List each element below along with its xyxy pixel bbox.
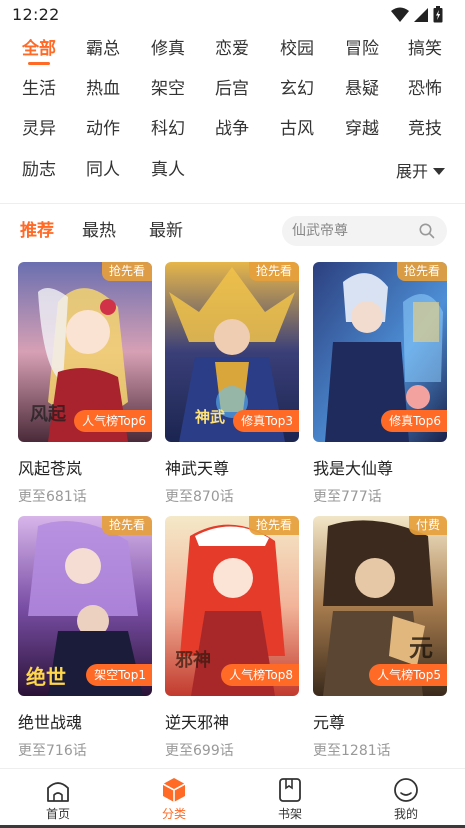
rank-badge: 修真Top6 xyxy=(381,410,447,432)
status-icons xyxy=(391,6,443,27)
comic-card[interactable]: 抢先看 修真Top6 我是大仙尊 更至777话 xyxy=(313,262,447,506)
comic-cover[interactable]: 绝世 抢先看 架空Top1 xyxy=(18,516,152,696)
comic-title[interactable]: 元尊 xyxy=(313,709,447,733)
status-bar: 12:22 xyxy=(0,0,465,30)
genre-item[interactable]: 恐怖 xyxy=(395,74,455,104)
battery-icon xyxy=(433,6,443,27)
signal-icon xyxy=(413,7,429,27)
comic-card[interactable]: 绝世 抢先看 架空Top1 绝世战魂 更至716话 xyxy=(18,516,152,760)
home-icon xyxy=(23,777,93,803)
category-cube-icon xyxy=(139,777,209,803)
genre-item[interactable]: 修真 xyxy=(138,34,198,64)
bottom-nav: 首页 分类 书架 我的 xyxy=(0,768,465,828)
search-input[interactable] xyxy=(292,216,412,246)
rank-badge: 架空Top1 xyxy=(86,664,152,686)
nav-label: 首页 xyxy=(45,807,70,821)
genre-item[interactable]: 古风 xyxy=(267,114,327,144)
comic-card[interactable]: 风起 抢先看 人气榜Top6 风起苍岚 更至681话 xyxy=(18,262,152,506)
nav-label: 书架 xyxy=(277,807,302,821)
rank-badge: 人气榜Top5 xyxy=(369,664,447,686)
svg-text:邪神: 邪神 xyxy=(174,649,211,671)
nav-item-home[interactable]: 首页 xyxy=(23,777,93,822)
section-divider xyxy=(0,203,465,204)
nav-item-profile[interactable]: 我的 xyxy=(371,777,441,822)
comic-update-status: 更至699话 xyxy=(165,743,234,759)
svg-text:绝世: 绝世 xyxy=(26,665,66,689)
status-time: 12:22 xyxy=(12,5,60,24)
badge-early-access: 抢先看 xyxy=(101,516,152,535)
rank-badge: 修真Top3 xyxy=(233,410,299,432)
comic-title[interactable]: 绝世战魂 xyxy=(18,709,152,733)
search-icon[interactable] xyxy=(419,223,435,243)
genre-item[interactable]: 后宫 xyxy=(202,74,262,104)
sort-tab-newest[interactable]: 最新 xyxy=(149,216,183,246)
comic-update-status: 更至870话 xyxy=(165,489,234,505)
sort-tab-recommended[interactable]: 推荐 xyxy=(20,216,54,246)
comic-update-status: 更至681话 xyxy=(18,489,87,505)
nav-label: 我的 xyxy=(393,807,418,821)
genre-item[interactable]: 战争 xyxy=(202,114,262,144)
badge-paid: 付费 xyxy=(408,516,447,535)
search-box[interactable] xyxy=(282,216,447,246)
comic-card[interactable]: 元 付费 人气榜Top5 元尊 更至1281话 xyxy=(313,516,447,760)
genre-item[interactable]: 冒险 xyxy=(332,34,392,64)
genre-item[interactable]: 霸总 xyxy=(73,34,133,64)
genre-item[interactable]: 科幻 xyxy=(138,114,198,144)
genre-item[interactable]: 悬疑 xyxy=(332,74,392,104)
comic-card[interactable]: 邪神 抢先看 人气榜Top8 逆天邪神 更至699话 xyxy=(165,516,299,760)
badge-early-access: 抢先看 xyxy=(248,516,299,535)
genre-item[interactable]: 竞技 xyxy=(395,114,455,144)
comic-title[interactable]: 我是大仙尊 xyxy=(313,455,447,479)
badge-early-access: 抢先看 xyxy=(248,262,299,281)
comic-cover[interactable]: 神武 抢先看 修真Top3 xyxy=(165,262,299,442)
caret-down-icon xyxy=(433,161,446,180)
genre-item[interactable]: 灵异 xyxy=(9,114,69,144)
expand-genres-button[interactable]: 展开 xyxy=(396,155,446,185)
genre-item[interactable]: 架空 xyxy=(138,74,198,104)
nav-item-category[interactable]: 分类 xyxy=(139,777,209,822)
comic-cover[interactable]: 元 付费 人气榜Top5 xyxy=(313,516,447,696)
genre-item[interactable]: 恋爱 xyxy=(202,34,262,64)
badge-early-access: 抢先看 xyxy=(101,262,152,281)
profile-icon xyxy=(371,777,441,803)
genre-item[interactable]: 生活 xyxy=(9,74,69,104)
rank-badge: 人气榜Top8 xyxy=(221,664,299,686)
genre-item[interactable]: 真人 xyxy=(138,155,198,185)
nav-item-bookshelf[interactable]: 书架 xyxy=(255,777,325,822)
genre-item[interactable]: 玄幻 xyxy=(267,74,327,104)
comic-card[interactable]: 神武 抢先看 修真Top3 神武天尊 更至870话 xyxy=(165,262,299,506)
bookshelf-icon xyxy=(255,777,325,803)
svg-text:神武: 神武 xyxy=(195,408,225,426)
expand-label: 展开 xyxy=(396,162,429,181)
wifi-icon xyxy=(391,7,409,27)
genre-item[interactable]: 校园 xyxy=(267,34,327,64)
comic-cover[interactable]: 风起 抢先看 人气榜Top6 xyxy=(18,262,152,442)
comic-update-status: 更至716话 xyxy=(18,743,87,759)
comic-title[interactable]: 神武天尊 xyxy=(165,455,299,479)
comic-title[interactable]: 逆天邪神 xyxy=(165,709,299,733)
genre-item[interactable]: 搞笑 xyxy=(395,34,455,64)
comic-title[interactable]: 风起苍岚 xyxy=(18,455,152,479)
genre-item[interactable]: 励志 xyxy=(9,155,69,185)
comic-update-status: 更至1281话 xyxy=(313,743,391,759)
comic-cover[interactable]: 邪神 抢先看 人气榜Top8 xyxy=(165,516,299,696)
rank-badge: 人气榜Top6 xyxy=(74,410,152,432)
nav-label: 分类 xyxy=(161,807,186,821)
comic-cover[interactable]: 抢先看 修真Top6 xyxy=(313,262,447,442)
svg-text:风起: 风起 xyxy=(30,403,67,425)
comic-update-status: 更至777话 xyxy=(313,489,382,505)
badge-early-access: 抢先看 xyxy=(396,262,447,281)
genre-item[interactable]: 穿越 xyxy=(332,114,392,144)
svg-text:元: 元 xyxy=(409,634,433,662)
sort-tab-hottest[interactable]: 最热 xyxy=(82,216,116,246)
genre-item-all[interactable]: 全部 xyxy=(9,34,69,64)
genre-item[interactable]: 热血 xyxy=(73,74,133,104)
genre-item[interactable]: 动作 xyxy=(73,114,133,144)
genre-item[interactable]: 同人 xyxy=(73,155,133,185)
